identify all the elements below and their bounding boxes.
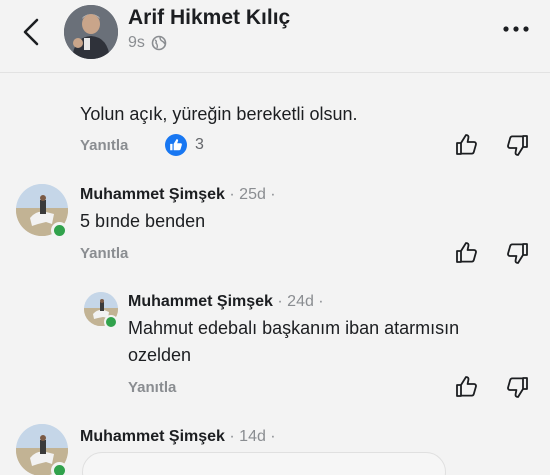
author-avatar[interactable] <box>64 5 118 59</box>
post-time: 9s <box>128 34 145 51</box>
author-name[interactable]: Arif Hikmet Kılıç <box>128 6 290 30</box>
dislike-button[interactable] <box>506 241 530 265</box>
commenter-name[interactable]: Muhammet Şimşek · 25d · <box>80 186 276 204</box>
thumbs-up-reaction-icon <box>165 134 187 156</box>
comment-text: 5 bınde benden <box>80 211 206 231</box>
comment-text: Yolun açık, yüreğin bereketli olsun. <box>80 104 358 124</box>
comment-text-line-2: ozelden <box>128 345 192 365</box>
commenter-name-text[interactable]: Muhammet Şimşek <box>128 293 273 310</box>
like-button[interactable] <box>454 241 478 265</box>
reply-button[interactable]: Yanıtla <box>80 137 128 154</box>
comment-bubble <box>82 452 446 475</box>
online-status-indicator <box>104 315 118 329</box>
comment-text-line-1: Mahmut edebalı başkanım iban atarmısın <box>128 318 460 338</box>
more-horizontal-icon <box>502 23 530 40</box>
commenter-name-text[interactable]: Muhammet Şimşek <box>80 186 225 203</box>
comment-time: · 24d · <box>277 293 324 310</box>
like-button[interactable] <box>454 133 478 157</box>
thumbs-up-icon <box>454 376 478 403</box>
reply-button[interactable]: Yanıtla <box>80 245 128 262</box>
online-status-indicator <box>51 222 68 239</box>
reaction-count[interactable]: 3 <box>165 134 204 156</box>
back-button[interactable] <box>18 16 46 48</box>
chevron-left-icon <box>18 16 46 48</box>
dislike-button[interactable] <box>506 375 530 399</box>
post-header: Arif Hikmet Kılıç 9s <box>0 0 550 73</box>
thumbs-up-icon <box>454 134 478 161</box>
comment-thread-screen: Arif Hikmet Kılıç 9s Yolun açık, yüreğin <box>0 0 550 475</box>
globe-icon <box>151 35 167 51</box>
post-meta: 9s <box>128 34 167 52</box>
commenter-name[interactable]: Muhammet Şimşek · 24d · <box>128 293 324 311</box>
reaction-count-value: 3 <box>195 136 204 153</box>
like-button[interactable] <box>454 375 478 399</box>
thumbs-down-icon <box>506 135 530 161</box>
thumbs-up-icon <box>454 242 478 269</box>
reply-button[interactable]: Yanıtla <box>128 379 176 396</box>
comment-time: · 25d · <box>229 186 276 203</box>
online-status-indicator <box>51 462 68 475</box>
header-divider <box>0 72 550 73</box>
dislike-button[interactable] <box>506 133 530 157</box>
thumbs-down-icon <box>506 243 530 269</box>
comment-time: · 14d · <box>229 428 276 445</box>
more-options-button[interactable] <box>502 22 530 36</box>
commenter-name-text[interactable]: Muhammet Şimşek <box>80 428 225 445</box>
commenter-name[interactable]: Muhammet Şimşek · 14d · <box>80 428 276 446</box>
thumbs-down-icon <box>506 377 530 403</box>
